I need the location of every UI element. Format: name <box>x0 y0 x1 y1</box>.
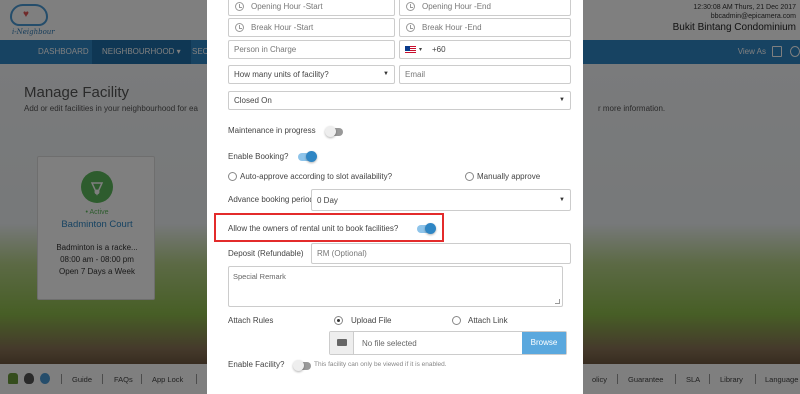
opening-hour-end-placeholder: Opening Hour -End <box>422 2 491 11</box>
file-input[interactable]: No file selected Browse <box>329 331 567 355</box>
auto-approve-label: Auto-approve according to slot availabil… <box>240 172 393 181</box>
manual-approve-label: Manually approve <box>477 172 541 181</box>
opening-hour-end-field[interactable]: Opening Hour -End <box>399 0 571 16</box>
toggle-knob <box>425 223 436 234</box>
advance-booking-value: 0 Day <box>317 196 338 205</box>
deposit-placeholder: RM (Optional) <box>317 249 367 258</box>
enable-facility-label: Enable Facility? <box>228 360 285 369</box>
break-hour-start-field[interactable]: Break Hour -Start <box>228 18 395 37</box>
person-in-charge-placeholder: Person in Charge <box>234 45 297 54</box>
units-select[interactable]: How many units of facility? ▼ <box>228 65 395 84</box>
chevron-down-icon: ▼ <box>383 71 389 77</box>
advance-booking-label: Advance booking period <box>228 195 314 204</box>
enable-booking-toggle[interactable] <box>298 151 317 162</box>
facility-form-modal: Opening Hour -Start Opening Hour -End Br… <box>207 0 583 394</box>
rental-owners-toggle[interactable] <box>417 223 436 234</box>
maintenance-toggle[interactable] <box>325 126 343 137</box>
attach-link-radio[interactable] <box>452 316 461 325</box>
toggle-knob <box>306 151 317 162</box>
closed-on-placeholder: Closed On <box>234 96 272 105</box>
malaysia-flag-icon[interactable] <box>405 46 416 54</box>
clock-icon <box>235 2 244 11</box>
file-addon <box>330 332 354 354</box>
special-remark-textarea[interactable]: Special Remark <box>228 266 563 307</box>
enable-facility-toggle[interactable] <box>293 360 311 371</box>
attach-link-label: Attach Link <box>468 316 508 325</box>
opening-hour-start-field[interactable]: Opening Hour -Start <box>228 0 395 16</box>
advance-booking-select[interactable]: 0 Day ▼ <box>311 189 571 211</box>
enable-facility-note: This facility can only be viewed if it i… <box>314 361 447 368</box>
enable-booking-label: Enable Booking? <box>228 152 289 161</box>
maintenance-label: Maintenance in progress <box>228 126 316 135</box>
person-in-charge-field[interactable]: Person in Charge <box>228 40 395 59</box>
deposit-field[interactable]: RM (Optional) <box>311 243 571 264</box>
email-field[interactable]: Email <box>399 65 571 84</box>
toggle-knob <box>325 126 336 137</box>
attach-rules-label: Attach Rules <box>228 316 274 325</box>
clock-icon <box>406 2 415 11</box>
break-hour-end-field[interactable]: Break Hour -End <box>399 18 571 37</box>
manual-approve-radio[interactable] <box>465 172 474 181</box>
toggle-knob <box>293 360 304 371</box>
email-placeholder: Email <box>405 70 426 79</box>
auto-approve-radio[interactable] <box>228 172 237 181</box>
special-remark-placeholder: Special Remark <box>233 272 286 281</box>
chevron-down-icon: ▼ <box>559 97 565 103</box>
upload-file-label: Upload File <box>351 316 392 325</box>
closed-on-select[interactable]: Closed On ▼ <box>228 91 571 110</box>
break-hour-start-placeholder: Break Hour -Start <box>251 23 314 32</box>
file-placeholder: No file selected <box>362 339 417 348</box>
clock-icon <box>406 23 415 32</box>
chevron-down-icon: ▼ <box>559 197 565 203</box>
phone-code: +60 <box>432 45 446 54</box>
folder-icon <box>337 339 347 346</box>
deposit-label: Deposit (Refundable) <box>228 249 304 258</box>
break-hour-end-placeholder: Break Hour -End <box>422 23 482 32</box>
units-placeholder: How many units of facility? <box>234 70 329 79</box>
phone-field[interactable]: ▾ +60 <box>399 40 571 59</box>
rental-owners-label: Allow the owners of rental unit to book … <box>228 224 399 233</box>
opening-hour-start-placeholder: Opening Hour -Start <box>251 2 323 11</box>
browse-button[interactable]: Browse <box>522 332 566 354</box>
country-caret-icon[interactable]: ▾ <box>419 46 422 53</box>
upload-file-radio[interactable] <box>334 316 343 325</box>
clock-icon <box>235 23 244 32</box>
resize-handle-icon[interactable] <box>555 299 560 304</box>
